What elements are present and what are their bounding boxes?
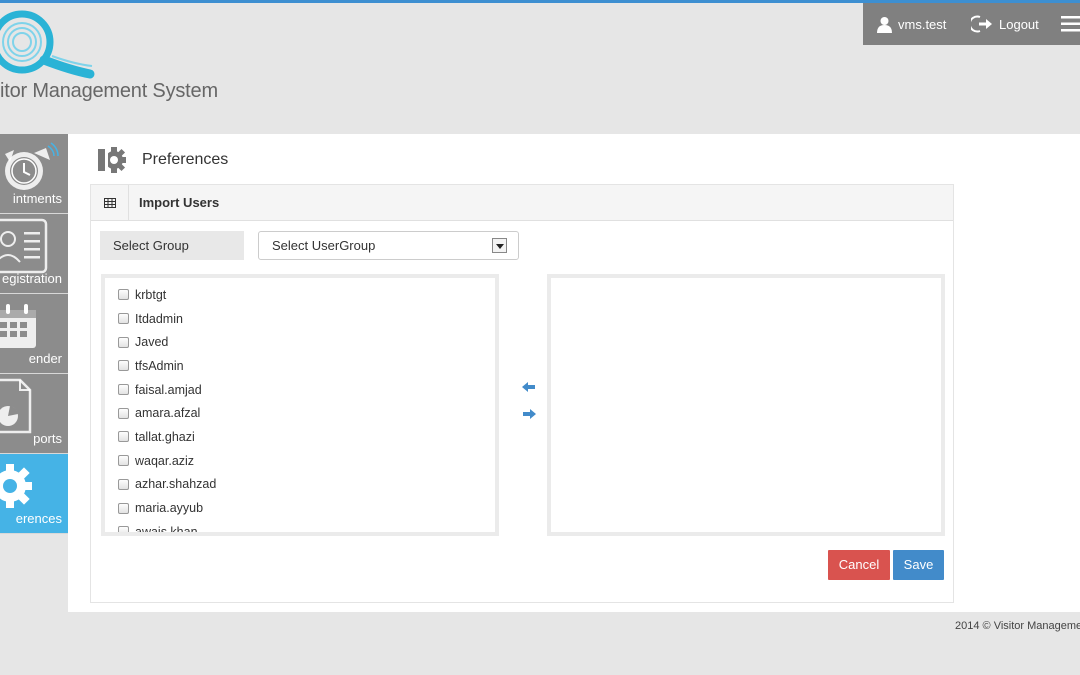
table-icon: [103, 197, 116, 208]
user-group-select-value: Select UserGroup: [272, 238, 376, 253]
user-name: waqar.aziz: [135, 453, 195, 468]
user-checkbox[interactable]: [118, 289, 129, 301]
user-name: tallat.ghazi: [135, 429, 195, 444]
logout-button[interactable]: Logout: [971, 3, 1039, 45]
sidebar-item-label: intments: [12, 191, 62, 206]
magnifier-logo-icon: [0, 10, 95, 79]
menu-button[interactable]: [1061, 3, 1080, 45]
user-list-item[interactable]: Itdadmin: [105, 307, 495, 331]
user-checkbox[interactable]: [118, 455, 129, 467]
user-name: krbtgt: [135, 287, 167, 302]
import-users-panel: Import Users Select Group Select UserGro…: [90, 184, 954, 603]
user-list-item[interactable]: tallat.ghazi: [105, 425, 495, 449]
user-checkbox[interactable]: [118, 407, 129, 419]
user-list-item[interactable]: awais.khan: [105, 520, 495, 536]
hamburger-menu-icon: [1061, 16, 1080, 32]
move-right-arrow-icon[interactable]: [521, 408, 537, 420]
user-name: tfsAdmin: [135, 358, 184, 373]
user-list-item[interactable]: amara.afzal: [105, 401, 495, 425]
user-list-item[interactable]: Javed: [105, 330, 495, 354]
sidebar-item-label: ender: [28, 351, 62, 366]
preferences-icon: [98, 147, 126, 173]
cancel-button[interactable]: Cancel: [828, 550, 890, 580]
user-list-item[interactable]: waqar.aziz: [105, 449, 495, 473]
user-list-item[interactable]: maria.ayyub: [105, 496, 495, 520]
user-checkbox[interactable]: [118, 431, 129, 443]
panel-title: Import Users: [139, 195, 220, 210]
panel-icon-wrap: [91, 184, 129, 221]
dropdown-arrow-icon[interactable]: [492, 238, 507, 253]
user-name: maria.ayyub: [135, 501, 204, 516]
user-checkbox[interactable]: [118, 336, 129, 348]
user-checkbox[interactable]: [118, 384, 129, 396]
user-name: Itdadmin: [135, 311, 183, 326]
footer-copyright: 2014 © Visitor Manageme: [955, 620, 1080, 632]
user-name: awais.khan: [135, 524, 198, 536]
panel-header: Import Users: [91, 184, 953, 221]
sidebar-item-reports[interactable]: ports: [0, 374, 68, 454]
user-checkbox[interactable]: [118, 502, 129, 514]
user-list-item[interactable]: faisal.amjad: [105, 378, 495, 402]
user-list-item[interactable]: azhar.shahzad: [105, 473, 495, 497]
user-name: amara.afzal: [135, 406, 201, 421]
available-users-list[interactable]: krbtgt Itdadmin Javed tfsAdmin faisal.amjad a…: [101, 274, 499, 536]
user-bar: vms.test Logout: [863, 3, 1080, 45]
page-header: Preferences: [98, 144, 228, 176]
logo-text: itor Management System: [0, 80, 218, 102]
sidebar-item-preferences[interactable]: erences: [0, 454, 68, 534]
user-name: Javed: [135, 335, 169, 350]
sidebar: intments egistration ender ports erences: [0, 134, 68, 534]
logout-label: Logout: [999, 16, 1039, 32]
user-checkbox[interactable]: [118, 526, 129, 532]
user-group-select[interactable]: Select UserGroup: [258, 231, 519, 260]
sidebar-item-label: egistration: [2, 271, 62, 286]
main-content: Preferences Import Users Select Group Se…: [68, 134, 1080, 612]
user-checkbox[interactable]: [118, 478, 129, 490]
selected-users-list[interactable]: [547, 274, 945, 536]
logo: itor Management System: [0, 4, 260, 104]
sidebar-item-label: erences: [15, 511, 62, 526]
user-icon: [877, 16, 892, 33]
user-list-item[interactable]: tfsAdmin: [105, 354, 495, 378]
username: vms.test: [898, 16, 947, 32]
page-title: Preferences: [142, 151, 229, 168]
user-list-items: krbtgt Itdadmin Javed tfsAdmin faisal.amjad a…: [105, 278, 495, 536]
user-name: faisal.amjad: [135, 382, 202, 397]
move-left-arrow-icon[interactable]: [521, 381, 537, 393]
sidebar-item-registration[interactable]: egistration: [0, 214, 68, 294]
user-menu[interactable]: vms.test: [877, 3, 946, 45]
sidebar-item-label: ports: [33, 431, 62, 446]
sidebar-item-appointments[interactable]: intments: [0, 134, 68, 214]
sidebar-item-calendar[interactable]: ender: [0, 294, 68, 374]
user-checkbox[interactable]: [118, 360, 129, 372]
logout-icon: [971, 15, 992, 33]
user-list-item[interactable]: krbtgt: [105, 283, 495, 307]
user-checkbox[interactable]: [118, 313, 129, 325]
select-group-label: Select Group: [100, 231, 244, 260]
user-name: azhar.shahzad: [135, 477, 217, 492]
save-button[interactable]: Save: [893, 550, 944, 580]
